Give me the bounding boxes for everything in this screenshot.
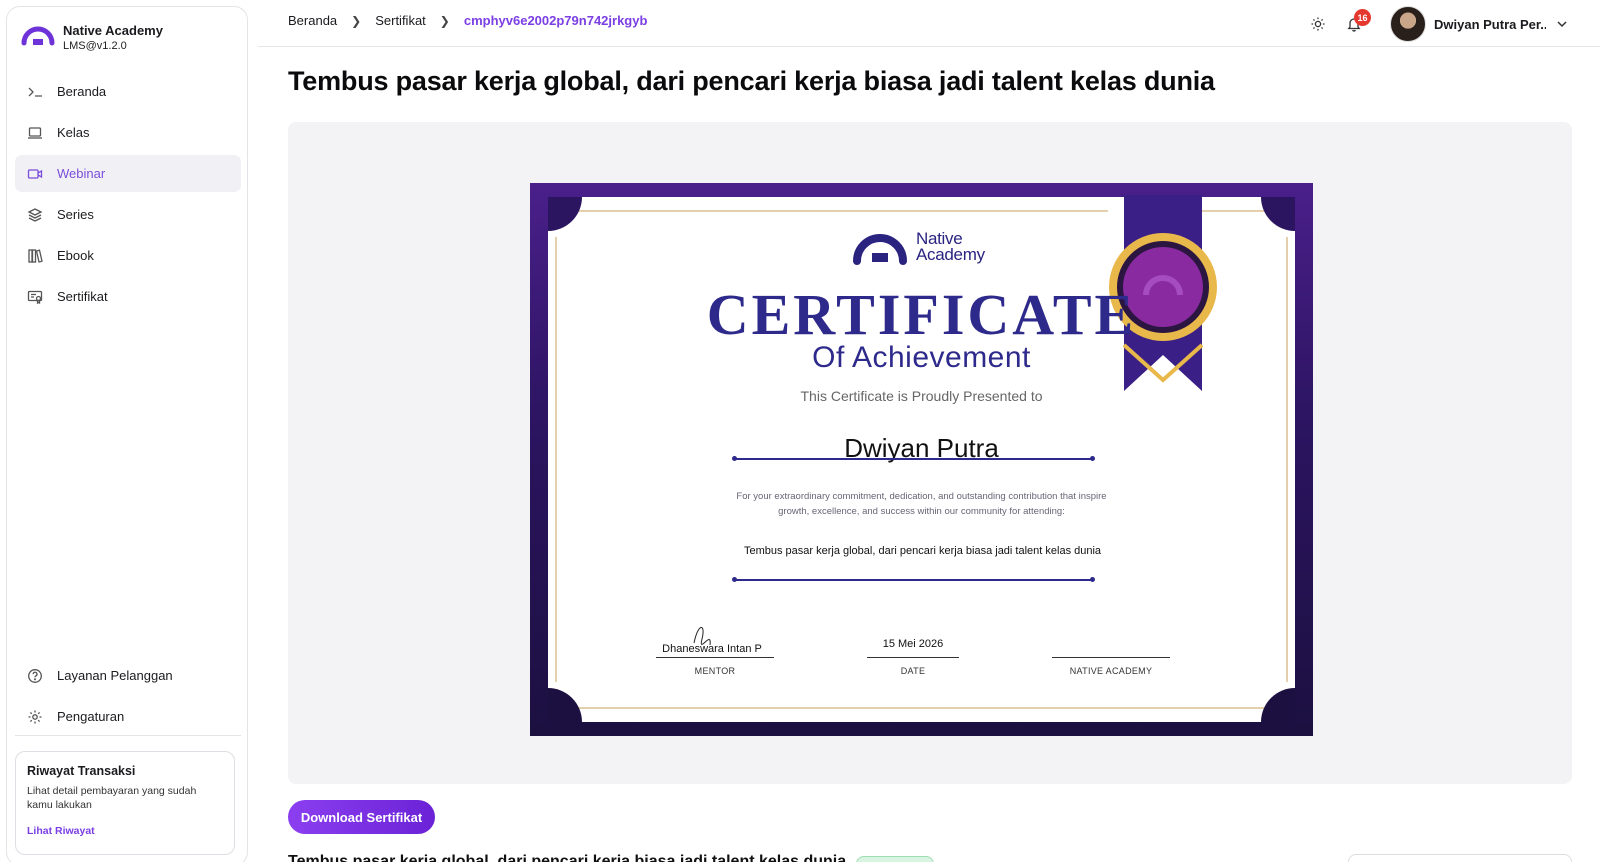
terminal-icon [25,84,45,100]
sun-icon [1311,17,1325,31]
transaction-history-title: Riwayat Transaksi [27,764,136,778]
certificate-date: 15 Mei 2026 [882,638,944,650]
sidebar-nav: Beranda Kelas Webinar Series Ebook Serti… [15,73,241,319]
status-badge [856,856,934,862]
breadcrumb-current: cmphyv6e2002p79n742jrkgyb [463,13,648,28]
sidebar-item-label: Pengaturan [57,709,125,724]
certificate-content: Native Academy CERTIFICATE Of Achievemen… [530,183,1313,736]
sidebar-item-webinar[interactable]: Webinar [15,155,241,192]
theme-toggle-button[interactable] [1306,12,1330,36]
help-circle-icon [25,668,45,684]
certificate-logo-line2: Academy [916,245,985,264]
chevron-right-icon: ❯ [351,13,362,28]
sidebar-item-kelas[interactable]: Kelas [15,114,241,151]
transaction-history-description: Lihat detail pembayaran yang sudah kamu … [27,785,197,811]
certificate-presented-text: This Certificate is Proudly Presented to [800,388,1043,404]
org-line [1052,657,1170,658]
view-history-link[interactable]: Lihat Riwayat [27,825,95,837]
layers-icon [25,207,45,223]
recipient-underline [732,456,1095,461]
notification-count-badge: 16 [1354,9,1371,26]
webinar-title-peek: Tembus pasar kerja global, dari pencari … [288,853,847,862]
sidebar-item-sertifikat[interactable]: Sertifikat [15,278,241,315]
sidebar-item-label: Ebook [57,248,94,263]
certificate-event: Tembus pasar kerja global, dari pencari … [743,545,1102,557]
certificate-description: For your extraordinary commitment, dedic… [736,491,1107,517]
event-underline [732,577,1095,582]
sidebar-divider [15,735,241,736]
certificate-logo: Native Academy [852,227,985,267]
sidebar-bottom-nav: Layanan Pelanggan Pengaturan [15,657,241,739]
sidebar: Native Academy LMS@v1.2.0 Beranda Kelas … [6,6,248,862]
native-academy-logo-icon [853,234,907,265]
chevron-right-icon: ❯ [439,13,450,28]
org-label: NATIVE ACADEMY [1069,666,1153,676]
certificate-title: CERTIFICATE [706,282,1137,347]
breadcrumb: Beranda ❯ Sertifikat ❯ cmphyv6e2002p79n7… [288,13,647,28]
certificate-subtitle: Of Achievement [812,341,1031,374]
sidebar-item-label: Series [57,207,94,222]
brand[interactable]: Native Academy LMS@v1.2.0 [21,23,163,53]
brand-name: Native Academy [63,23,163,38]
user-name[interactable]: Dwiyan Putra Per... [1434,17,1546,32]
gear-icon [25,709,45,725]
sidebar-item-customer-service[interactable]: Layanan Pelanggan [15,657,241,694]
sidebar-item-series[interactable]: Series [15,196,241,233]
sidebar-item-ebook[interactable]: Ebook [15,237,241,274]
chevron-down-icon[interactable] [1554,16,1570,32]
breadcrumb-certificates[interactable]: Sertifikat [375,13,426,28]
side-card-peek [1348,854,1572,862]
brand-logo-icon [21,26,55,46]
certificate-icon [25,289,45,305]
mentor-label: MENTOR [694,666,736,676]
certificate-logo-text: Native Academy [916,230,985,264]
top-header: Beranda ❯ Sertifikat ❯ cmphyv6e2002p79n7… [258,0,1600,47]
sidebar-item-label: Layanan Pelanggan [57,668,173,683]
notifications-button[interactable]: 16 [1342,9,1371,36]
certificate-preview-panel: Native Academy CERTIFICATE Of Achievemen… [288,122,1572,784]
certificate-image: Native Academy CERTIFICATE Of Achievemen… [530,183,1313,736]
sidebar-item-label: Beranda [57,84,107,99]
sidebar-item-settings[interactable]: Pengaturan [15,698,241,735]
books-icon [25,248,45,264]
sidebar-item-label: Sertifikat [57,289,108,304]
app-root: Native Academy LMS@v1.2.0 Beranda Kelas … [0,0,1600,862]
date-line [867,657,959,658]
mentor-name: Dhaneswara Intan P [662,643,762,655]
header-actions: 16 Dwiyan Putra Per... [1306,4,1570,44]
video-icon [25,166,45,182]
download-certificate-button[interactable]: Download Sertifikat [288,800,435,834]
breadcrumb-home[interactable]: Beranda [288,13,337,28]
avatar[interactable] [1390,6,1426,42]
date-label: DATE [900,666,926,676]
sidebar-item-label: Kelas [57,125,90,140]
brand-version: LMS@v1.2.0 [63,40,127,52]
sidebar-item-beranda[interactable]: Beranda [15,73,241,110]
laptop-icon [25,125,45,141]
sidebar-item-label: Webinar [57,166,106,181]
page-title: Tembus pasar kerja global, dari pencari … [288,66,1215,96]
transaction-history-card: Riwayat Transaksi Lihat detail pembayara… [15,751,235,855]
mentor-line [656,657,774,658]
